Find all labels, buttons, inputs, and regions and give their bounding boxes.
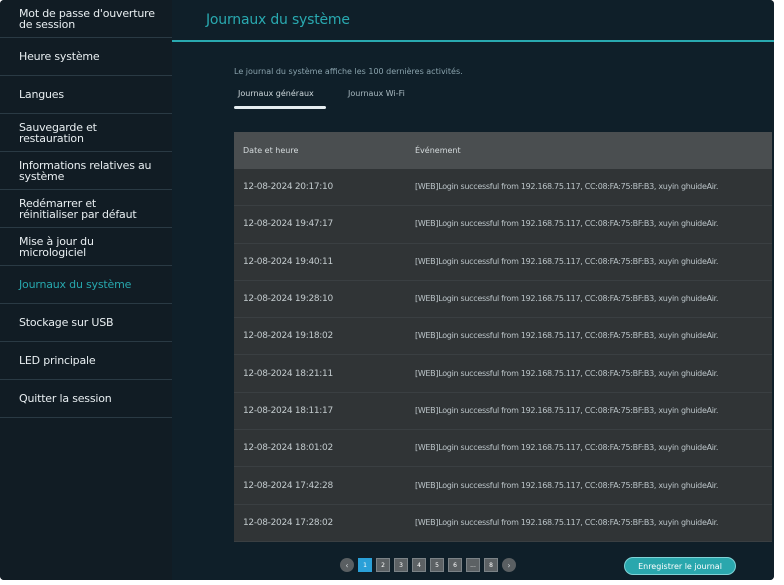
table-row: 12-08-2024 18:21:11 [WEB]Login successful…: [234, 355, 772, 393]
cell-event: [WEB]Login successful from 192.168.75.11…: [415, 368, 719, 378]
sidebar-item[interactable]: Mise à jour du micrologiciel: [0, 228, 172, 266]
log-table: Date et heure Événement 12-08-2024 20:17…: [234, 132, 772, 542]
active-tab-indicator: [234, 106, 326, 109]
cell-date-time: 12-08-2024 18:11:17: [243, 405, 333, 416]
cell-date-time: 12-08-2024 18:01:02: [243, 443, 333, 454]
sidebar-item[interactable]: Redémarrer et réinitialiser par défaut: [0, 190, 172, 228]
page-button[interactable]: 5: [430, 558, 444, 572]
table-row: 12-08-2024 17:42:28 [WEB]Login successful…: [234, 467, 772, 505]
table-row: 12-08-2024 19:28:10 [WEB]Login successful…: [234, 281, 772, 319]
cell-date-time: 12-08-2024 19:28:10: [243, 294, 333, 305]
sidebar-item-label: Mot de passe d'ouverture de session: [19, 6, 155, 31]
cell-event: [WEB]Login successful from 192.168.75.11…: [415, 256, 719, 266]
sidebar-item-label: Journaux du système: [19, 278, 132, 291]
table-row: 12-08-2024 17:28:02 [WEB]Login successful…: [234, 505, 772, 542]
chevron-right-icon[interactable]: ›: [502, 558, 516, 572]
cell-event: [WEB]Login successful from 192.168.75.11…: [415, 219, 719, 229]
sidebar-item[interactable]: Mot de passe d'ouverture de session: [0, 0, 172, 38]
tab-wifi-logs[interactable]: Journaux Wi-Fi: [348, 89, 405, 98]
sidebar-item[interactable]: Langues: [0, 76, 172, 114]
page-button[interactable]: 8: [484, 558, 498, 572]
sidebar-item[interactable]: Quitter la session: [0, 380, 172, 418]
table-body: 12-08-2024 20:17:10 [WEB]Login successful…: [234, 169, 772, 542]
page-button[interactable]: 3: [394, 558, 408, 572]
sidebar-item-label: Quitter la session: [19, 392, 112, 405]
column-header-date: Date et heure: [243, 146, 299, 155]
table-row: 12-08-2024 18:01:02 [WEB]Login successful…: [234, 430, 772, 468]
page-button[interactable]: 1: [358, 558, 372, 572]
sidebar-item-label: Mise à jour du micrologiciel: [19, 234, 94, 259]
cell-event: [WEB]Login successful from 192.168.75.11…: [415, 294, 719, 304]
page-button[interactable]: 6: [448, 558, 462, 572]
sidebar-item[interactable]: Informations relatives au système: [0, 152, 172, 190]
table-row: 12-08-2024 19:18:02 [WEB]Login successful…: [234, 318, 772, 356]
sidebar-item-label: Langues: [19, 88, 64, 101]
table-row: 12-08-2024 20:17:10 [WEB]Login successful…: [234, 169, 772, 207]
cell-event: [WEB]Login successful from 192.168.75.11…: [415, 331, 719, 341]
page-description: Le journal du système affiche les 100 de…: [234, 67, 463, 76]
sidebar-item[interactable]: Stockage sur USB: [0, 304, 172, 342]
pagination: ‹ 1 2 3 4 5 6... 8 ›: [340, 558, 516, 572]
tab-general-logs[interactable]: Journaux généraux: [238, 89, 314, 98]
column-header-event: Événement: [415, 146, 461, 155]
page-button[interactable]: ...: [466, 558, 480, 572]
sidebar-item-label: Heure système: [19, 50, 100, 63]
table-row: 12-08-2024 18:11:17 [WEB]Login successful…: [234, 393, 772, 431]
cell-date-time: 12-08-2024 17:28:02: [243, 517, 333, 528]
sidebar-item[interactable]: LED principale: [0, 342, 172, 380]
cell-date-time: 12-08-2024 19:47:17: [243, 219, 333, 230]
cell-date-time: 12-08-2024 18:21:11: [243, 368, 333, 379]
sidebar-item-label: Informations relatives au système: [19, 158, 152, 183]
cell-event: [WEB]Login successful from 192.168.75.11…: [415, 405, 719, 415]
sidebar-item[interactable]: Heure système: [0, 38, 172, 76]
page-title: Journaux du système: [206, 12, 350, 28]
router-admin-app: Mot de passe d'ouverture de session Heure…: [0, 0, 774, 580]
cell-date-time: 12-08-2024 20:17:10: [243, 182, 333, 193]
chevron-left-icon[interactable]: ‹: [340, 558, 354, 572]
page-button[interactable]: 2: [376, 558, 390, 572]
page-button[interactable]: 4: [412, 558, 426, 572]
page-header: Journaux du système: [172, 0, 774, 42]
sidebar-item-label: Redémarrer et réinitialiser par défaut: [19, 196, 137, 221]
sidebar-item[interactable]: Sauvegarde et restauration: [0, 114, 172, 152]
cell-event: [WEB]Login successful from 192.168.75.11…: [415, 182, 719, 192]
cell-event: [WEB]Login successful from 192.168.75.11…: [415, 517, 719, 527]
sidebar: Mot de passe d'ouverture de session Heure…: [0, 0, 172, 580]
save-log-button[interactable]: Enregistrer le journal: [624, 557, 736, 575]
cell-date-time: 12-08-2024 19:18:02: [243, 331, 333, 342]
table-row: 12-08-2024 19:47:17 [WEB]Login successful…: [234, 206, 772, 244]
sidebar-item-label: Sauvegarde et restauration: [19, 120, 97, 145]
sidebar-item-label: LED principale: [19, 354, 96, 367]
cell-event: [WEB]Login successful from 192.168.75.11…: [415, 443, 719, 453]
table-row: 12-08-2024 19:40:11 [WEB]Login successful…: [234, 244, 772, 281]
sidebar-item-label: Stockage sur USB: [19, 316, 114, 329]
cell-date-time: 12-08-2024 17:42:28: [243, 480, 333, 491]
table-header: Date et heure Événement: [234, 132, 772, 169]
cell-date-time: 12-08-2024 19:40:11: [243, 256, 333, 267]
cell-event: [WEB]Login successful from 192.168.75.11…: [415, 480, 719, 490]
sidebar-item[interactable]: Journaux du système: [0, 266, 172, 304]
main-panel: Journaux du système Le journal du systèm…: [172, 0, 774, 580]
